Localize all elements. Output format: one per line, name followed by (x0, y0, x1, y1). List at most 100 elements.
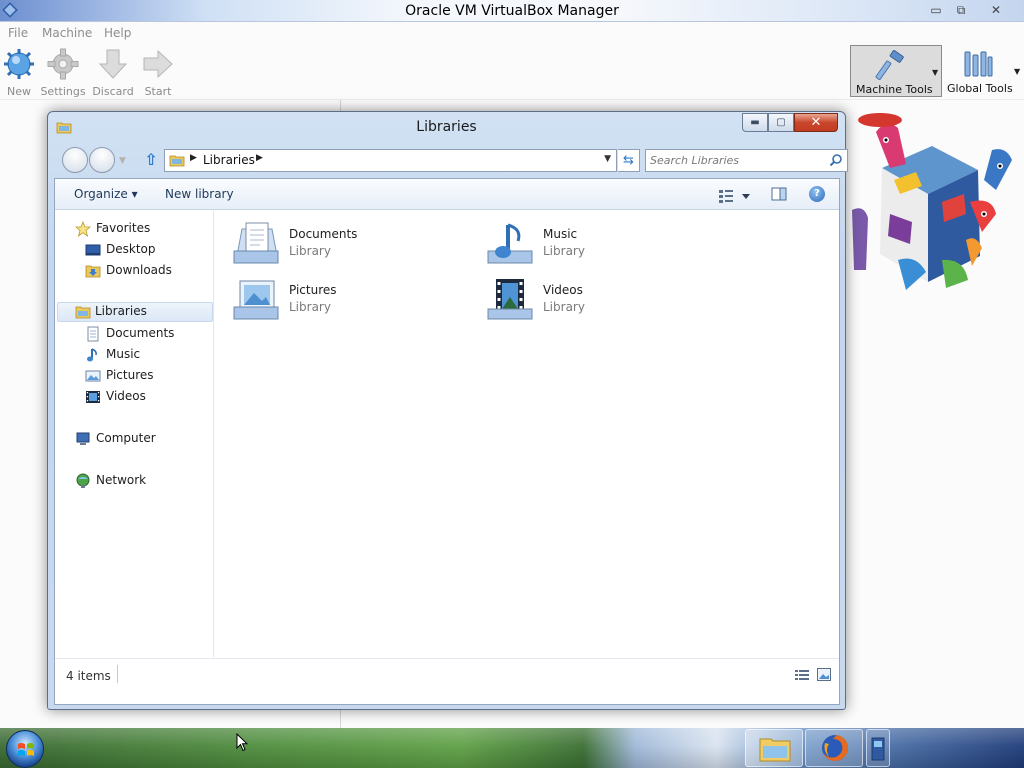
taskbar-firefox-button[interactable] (805, 729, 863, 767)
recent-pages-dropdown-icon[interactable]: ▼ (119, 156, 126, 166)
windows-taskbar (0, 728, 1024, 768)
help-icon[interactable]: ? (809, 186, 825, 202)
downloads-folder-icon (85, 265, 101, 278)
taskbar-explorer-button[interactable] (745, 729, 803, 767)
forward-button[interactable] (89, 147, 115, 173)
discard-label: Discard (92, 85, 134, 98)
hammer-icon (875, 50, 904, 80)
address-dropdown-icon[interactable]: ▼ (604, 154, 611, 164)
start-label: Start (144, 85, 172, 98)
library-tile-videos[interactable]: Videos Library (472, 271, 712, 323)
vbox-menu-bar: File Machine Help (0, 24, 1024, 42)
virtualbox-mascot-cube-icon (852, 113, 1012, 290)
nav-computer-label: Computer (96, 431, 156, 445)
nav-videos-label: Videos (106, 389, 146, 403)
libraries-icon (75, 306, 91, 319)
explorer-window[interactable]: Libraries ▬ ▢ ✕ ▼ ⇧ ▶ Libraries ▶ ▼ ⇆ Se… (47, 111, 848, 710)
settings-gear-icon (47, 48, 79, 80)
windows-explorer-icon (759, 738, 791, 762)
taskbar-virtualbox-button[interactable] (866, 729, 890, 767)
nav-favorites-label: Favorites (96, 221, 151, 235)
machine-tools-button[interactable]: Machine Tools ▼ (850, 45, 942, 97)
up-arrow-icon[interactable]: ⇧ (142, 150, 160, 170)
nav-network-label: Network (96, 473, 147, 487)
vbox-restore-button[interactable]: ⧉ (951, 2, 971, 18)
library-name: Documents (289, 227, 358, 241)
global-tools-label: Global Tools (947, 82, 1013, 95)
start-arrow-right-icon (143, 49, 173, 79)
menu-help[interactable]: Help (104, 26, 131, 40)
refresh-icon[interactable]: ⇆ (618, 149, 640, 172)
mouse-cursor-icon (236, 733, 248, 752)
vbox-window-title: Oracle VM VirtualBox Manager (405, 3, 619, 19)
documents-library-icon (233, 222, 279, 264)
library-type: Library (289, 244, 331, 258)
documents-icon (87, 326, 99, 342)
menu-machine[interactable]: Machine (42, 26, 92, 40)
organize-button[interactable]: Organize ▾ (74, 187, 138, 201)
breadcrumb-chevron-icon[interactable]: ▶ (190, 153, 197, 163)
search-icon[interactable] (829, 153, 843, 167)
preview-pane-icon[interactable] (771, 186, 787, 202)
explorer-client-area: Organize ▾ New library ? Favorites Deskt… (54, 178, 840, 705)
music-note-icon (87, 348, 97, 362)
settings-label: Settings (40, 85, 86, 98)
network-icon (76, 473, 90, 488)
item-count: 4 items (66, 669, 111, 683)
global-tools-button[interactable]: Global Tools ▼ (944, 45, 1024, 97)
library-tile-documents[interactable]: Documents Library (218, 215, 458, 267)
machine-tools-label: Machine Tools (856, 83, 933, 96)
library-name: Music (543, 227, 578, 241)
music-library-icon (487, 223, 533, 264)
start-button[interactable] (6, 730, 44, 768)
settings-button[interactable]: Settings (38, 44, 88, 98)
desktop-icon (85, 244, 101, 256)
vbox-title-bar[interactable]: Oracle VM VirtualBox Manager ▭ ⧉ ✕ (0, 0, 1024, 22)
computer-icon (76, 432, 90, 445)
discard-button[interactable]: Discard (88, 44, 138, 98)
discard-arrow-down-icon (98, 49, 128, 79)
search-input[interactable] (650, 152, 820, 169)
start-button[interactable]: Start (133, 44, 183, 98)
details-view-icon[interactable] (795, 669, 809, 681)
videos-filmstrip-icon (86, 391, 100, 403)
search-box[interactable] (645, 149, 848, 172)
nav-libraries[interactable]: Libraries (57, 302, 213, 322)
breadcrumb-chevron-icon[interactable]: ▶ (256, 153, 263, 163)
library-name: Videos (543, 283, 583, 297)
nav-desktop-label: Desktop (106, 242, 156, 256)
vbox-close-button[interactable]: ✕ (986, 2, 1006, 18)
firefox-icon (822, 735, 848, 761)
star-icon (75, 221, 91, 237)
breadcrumb-libraries[interactable]: Libraries (203, 153, 255, 167)
menu-file[interactable]: File (8, 26, 28, 40)
new-library-button[interactable]: New library (165, 187, 234, 201)
library-tile-music[interactable]: Music Library (472, 215, 712, 267)
explorer-close-button[interactable]: ✕ (794, 113, 838, 132)
videos-library-icon (487, 279, 533, 320)
change-view-icon[interactable] (717, 185, 753, 205)
details-status-bar: 4 items (55, 658, 839, 704)
nav-downloads-label: Downloads (106, 263, 172, 277)
explorer-minimize-button[interactable]: ▬ (742, 113, 768, 132)
address-libraries-icon (169, 155, 185, 167)
explorer-maximize-button[interactable]: ▢ (768, 113, 794, 132)
machine-tools-dropdown-icon[interactable]: ▼ (932, 68, 938, 77)
status-divider (117, 665, 118, 683)
library-tile-pictures[interactable]: Pictures Library (218, 271, 458, 323)
nav-pictures-label: Pictures (106, 368, 154, 382)
global-tools-dropdown-icon[interactable]: ▼ (1014, 67, 1020, 76)
vbox-minimize-button[interactable]: ▭ (926, 2, 946, 18)
large-icons-view-icon[interactable] (817, 668, 831, 681)
address-bar[interactable]: ▶ Libraries ▶ ▼ (164, 149, 617, 172)
back-button[interactable] (62, 147, 88, 173)
navigation-row: ▼ ⇧ ▶ Libraries ▶ ▼ ⇆ (60, 147, 848, 173)
pictures-library-icon (233, 280, 279, 320)
library-type: Library (289, 300, 331, 314)
pictures-icon (85, 370, 101, 382)
libraries-content-pane: Documents Library Music Library Pictures… (215, 211, 839, 657)
global-tools-icon (964, 51, 993, 77)
explorer-window-title: Libraries (416, 119, 477, 135)
nav-music-label: Music (106, 347, 141, 361)
command-bar: Organize ▾ New library ? (55, 179, 839, 210)
